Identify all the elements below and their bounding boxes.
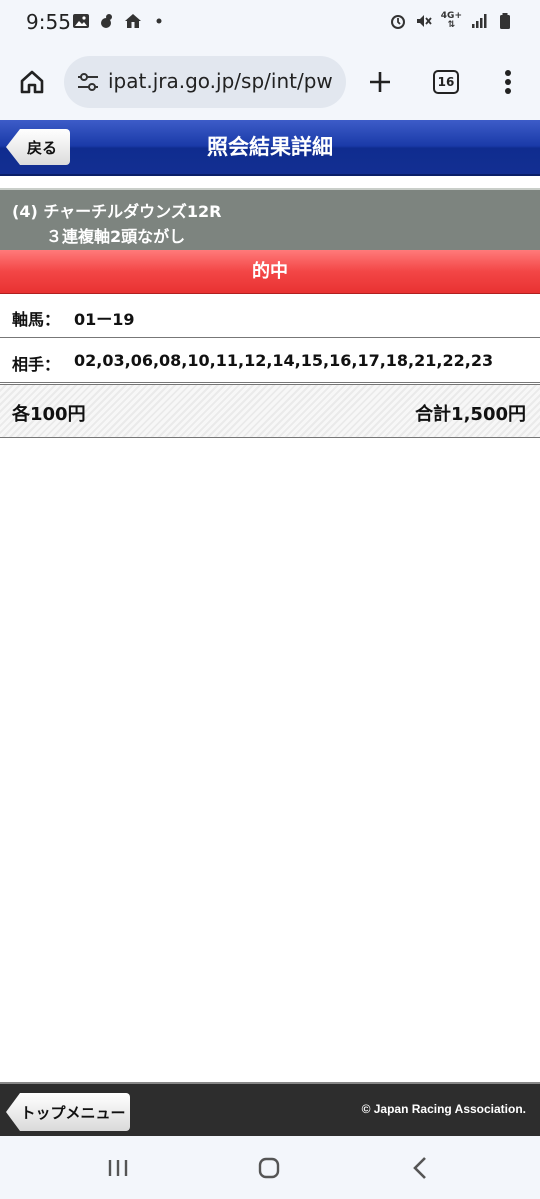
- partner-horses-label: 相手：: [12, 355, 61, 374]
- home-icon: [20, 70, 44, 94]
- page-footer: トップメニュー © Japan Racing Association.: [0, 1082, 540, 1136]
- status-time: 9:55: [26, 10, 71, 34]
- browser-toolbar: ipat.jra.go.jp/sp/int/pw 16: [0, 44, 540, 120]
- alarm-icon: [390, 15, 405, 29]
- partner-horses-value: 02,03,06,08,10,11,12,14,15,16,17,18,21,2…: [74, 351, 494, 370]
- plus-icon: [370, 72, 390, 92]
- race-info: (4) チャーチルダウンズ12R ３連複軸2頭ながし: [0, 188, 540, 250]
- page-title: 照会結果詳細: [207, 135, 333, 159]
- new-tab-button[interactable]: [364, 64, 396, 100]
- bet-type: ３連複軸2頭ながし: [46, 227, 186, 246]
- url-text: ipat.jra.go.jp/sp/int/pw: [108, 69, 333, 93]
- each-amount: 各100円: [12, 404, 86, 425]
- tab-switcher-button[interactable]: 16: [433, 70, 459, 94]
- more-vert-icon: [505, 70, 511, 94]
- site-settings-icon[interactable]: [76, 71, 100, 93]
- axis-horses-row: 軸馬： 01ー19: [0, 294, 540, 338]
- page-header: 照会結果詳細 戻る: [0, 120, 540, 176]
- browser-menu-button[interactable]: [496, 66, 520, 98]
- network-arrows-icon: ⇅: [447, 20, 456, 30]
- status-left-icons: [72, 12, 168, 30]
- total-amount: 合計1,500円: [415, 404, 526, 425]
- signal-icon: [472, 14, 487, 28]
- network-4g-icon: 4G+ ⇅: [441, 12, 462, 30]
- axis-horses-value: 01ー19: [74, 310, 135, 329]
- top-menu-label: トップメニュー: [20, 1103, 126, 1122]
- nav-home-icon[interactable]: [258, 1157, 280, 1179]
- copyright-text: © Japan Racing Association.: [361, 1102, 526, 1116]
- back-button-label: 戻る: [26, 138, 57, 157]
- top-menu-button[interactable]: トップメニュー: [6, 1093, 130, 1131]
- status-bar: 9:55 4G+ ⇅: [0, 0, 540, 44]
- partner-horses-row: 相手： 02,03,06,08,10,11,12,14,15,16,17,18,…: [0, 339, 540, 383]
- battery-icon: [500, 13, 510, 29]
- address-bar[interactable]: ipat.jra.go.jp/sp/int/pw: [64, 56, 346, 108]
- browser-home-button[interactable]: [14, 64, 50, 100]
- mute-icon: [416, 15, 432, 27]
- image-icon: [73, 14, 89, 28]
- result-status-band: 的中: [0, 250, 540, 294]
- nav-back-icon[interactable]: [410, 1156, 430, 1180]
- system-nav-bar: [0, 1136, 540, 1199]
- race-name: (4) チャーチルダウンズ12R: [12, 202, 222, 221]
- tab-count: 16: [437, 75, 455, 89]
- status-right-icons: 4G+ ⇅: [389, 12, 514, 30]
- amount-row: 各100円 合計1,500円: [0, 384, 540, 438]
- dot-icon: [156, 18, 162, 24]
- recent-apps-icon[interactable]: [106, 1158, 130, 1178]
- app-notification-icon: [101, 14, 112, 28]
- result-status: 的中: [252, 261, 288, 282]
- axis-horses-label: 軸馬：: [12, 310, 61, 329]
- home-notification-icon: [125, 14, 141, 28]
